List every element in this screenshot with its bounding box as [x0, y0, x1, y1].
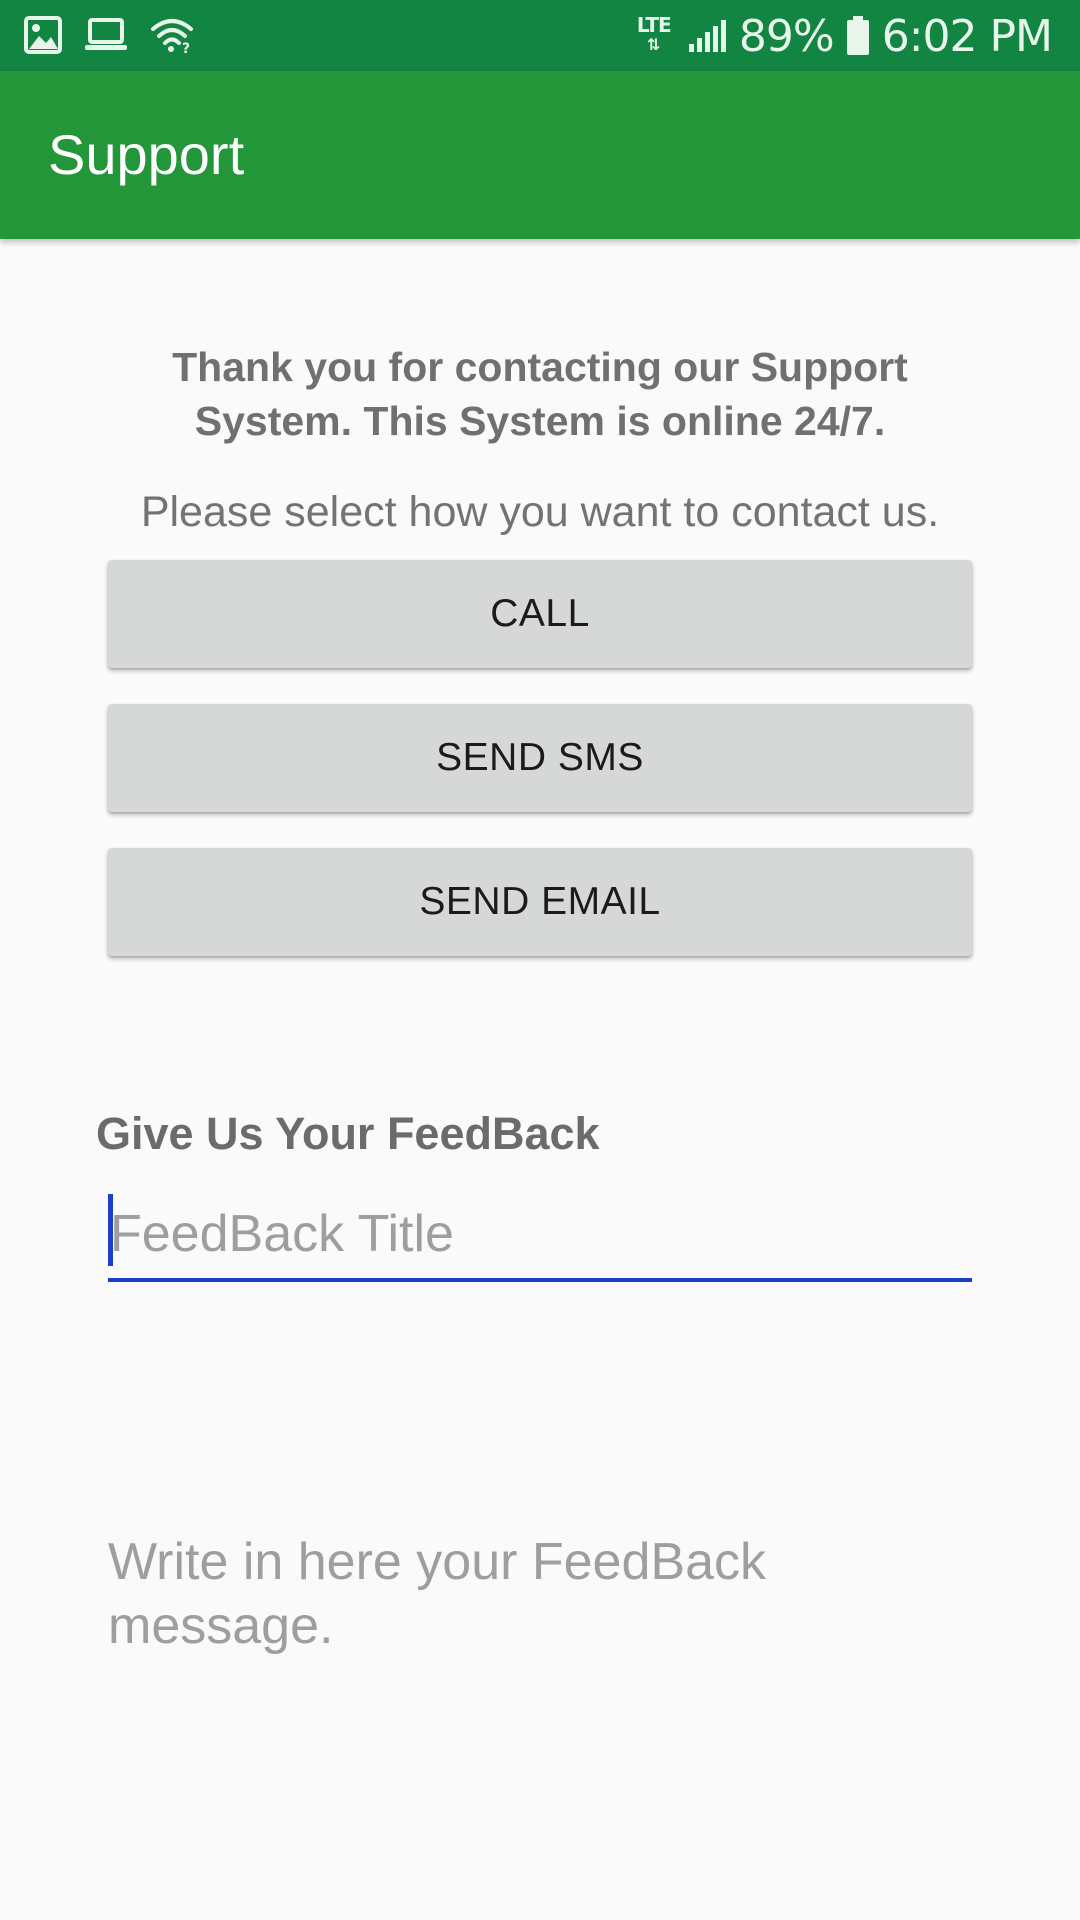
lte-indicator: LTE ⇅	[637, 15, 675, 57]
battery-icon	[846, 16, 870, 56]
page-title: Support	[48, 123, 245, 186]
send-email-button[interactable]: SEND EMAIL	[108, 848, 972, 956]
intro-text: Thank you for contacting our Support Sys…	[172, 344, 908, 444]
feedback-title-input[interactable]	[108, 1190, 972, 1278]
send-sms-button[interactable]: SEND SMS	[108, 704, 972, 812]
text-caret	[108, 1194, 113, 1266]
select-contact-text: Please select how you want to contact us…	[140, 488, 940, 536]
svg-text:?: ?	[182, 41, 190, 54]
clock: 6:02 PM	[881, 10, 1053, 62]
call-button[interactable]: CALL	[108, 560, 972, 668]
wifi-icon: ?	[150, 16, 194, 54]
feedback-message-input[interactable]	[108, 1530, 972, 1690]
feedback-title-field	[108, 1190, 972, 1282]
status-right-icons: LTE ⇅ 89% 6:02 PM	[637, 10, 1053, 62]
app-bar: Support	[0, 71, 1080, 239]
feedback-heading: Give Us Your FeedBack	[96, 1108, 600, 1159]
status-left-icons: ?	[24, 16, 194, 54]
network-type: LTE	[636, 13, 672, 37]
status-bar: ? LTE ⇅ 89% 6:02 PM	[0, 0, 1080, 71]
laptop-icon	[84, 17, 128, 53]
battery-percent: 89%	[738, 10, 835, 62]
gallery-icon	[24, 16, 62, 54]
data-arrows-icon: ⇅	[646, 35, 660, 54]
signal-icon	[687, 18, 727, 54]
